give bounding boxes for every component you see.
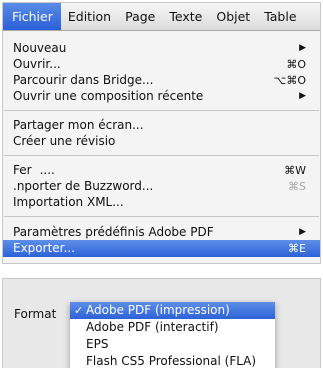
- menu-item-parametres-pdf[interactable]: Paramètres prédéfinis Adobe PDF ▶: [3, 224, 320, 241]
- menu-item-fermer[interactable]: Fer.... ⌘W: [3, 162, 320, 179]
- menu-item-label: Fer: [13, 163, 32, 177]
- menu-item-label: .nporter de Buzzword...: [13, 179, 154, 193]
- menu-item-label: Ouvrir une composition récente: [13, 89, 204, 103]
- format-option-label: Adobe PDF (interactif): [86, 320, 219, 334]
- format-option-label: Adobe PDF (impression): [86, 303, 230, 317]
- menu-item-label: Partager mon écran...: [13, 118, 144, 132]
- shortcut-label: ⌥⌘O: [273, 74, 306, 87]
- submenu-arrow-icon: ▶: [299, 91, 306, 101]
- format-option-label: EPS: [86, 337, 109, 351]
- menu-separator: [4, 216, 319, 217]
- shortcut-label: ⌘S: [288, 180, 306, 193]
- file-menu-panel: Fichier Edition Page Texte Objet Table N…: [2, 2, 321, 264]
- menu-item-label: Importation XML...: [13, 195, 124, 209]
- menu-item-label: Créer une révisio: [13, 134, 116, 148]
- menu-item-exporter[interactable]: Exporter... ⌘E: [3, 240, 320, 257]
- menu-item-partager-ecran[interactable]: Partager mon écran...: [3, 117, 320, 134]
- menu-item-importation-xml[interactable]: Importation XML...: [3, 194, 320, 211]
- menubar: Fichier Edition Page Texte Objet Table: [3, 3, 320, 31]
- menu-item-label: Exporter...: [13, 241, 75, 255]
- menubar-item-fichier[interactable]: Fichier: [3, 3, 61, 30]
- format-option-label: Flash CS5 Professional (FLA): [86, 354, 257, 368]
- menu-item-label: Nouveau: [13, 41, 67, 55]
- menu-separator: [4, 110, 319, 111]
- file-menu-dropdown: Nouveau ▶ Ouvrir... ⌘O Parcourir dans Br…: [3, 31, 320, 263]
- menu-item-parcourir-bridge[interactable]: Parcourir dans Bridge... ⌥⌘O: [3, 72, 320, 89]
- menu-item-creer-revision[interactable]: Créer une révisio: [3, 133, 320, 150]
- menu-separator: [4, 155, 319, 156]
- menu-item-label-fragment: ....: [39, 163, 55, 177]
- format-option-eps[interactable]: EPS: [70, 336, 275, 353]
- menu-item-ouvrir[interactable]: Ouvrir... ⌘O: [3, 56, 320, 73]
- menu-item-label: Parcourir dans Bridge...: [13, 73, 154, 87]
- menu-item-label: Ouvrir...: [13, 57, 61, 71]
- menu-item-nouveau[interactable]: Nouveau ▶: [3, 40, 320, 57]
- menubar-item-table[interactable]: Table: [257, 3, 303, 30]
- submenu-arrow-icon: ▶: [299, 43, 306, 53]
- shortcut-label: ⌘O: [286, 58, 306, 71]
- submenu-arrow-icon: ▶: [299, 227, 306, 237]
- menu-item-label: Paramètres prédéfinis Adobe PDF: [13, 225, 214, 239]
- format-popup-list[interactable]: ✓ Adobe PDF (impression) Adobe PDF (inte…: [70, 302, 275, 368]
- menubar-item-page[interactable]: Page: [118, 3, 162, 30]
- shortcut-label: ⌘E: [288, 242, 306, 255]
- menubar-item-objet[interactable]: Objet: [209, 3, 257, 30]
- menu-item-importer-buzzword[interactable]: .nporter de Buzzword... ⌘S: [3, 178, 320, 195]
- menubar-item-texte[interactable]: Texte: [162, 3, 209, 30]
- format-option-pdf-impression[interactable]: ✓ Adobe PDF (impression): [70, 302, 275, 319]
- format-option-pdf-interactif[interactable]: Adobe PDF (interactif): [70, 319, 275, 336]
- format-label: Format: [14, 307, 57, 321]
- checkmark-icon: ✓: [74, 304, 84, 317]
- format-option-flash-fla[interactable]: Flash CS5 Professional (FLA): [70, 353, 275, 368]
- shortcut-label: ⌘W: [284, 164, 306, 177]
- export-format-panel: Format ✓ Adobe PDF (impression) Adobe PD…: [2, 278, 321, 368]
- menu-item-composition-recente[interactable]: Ouvrir une composition récente ▶: [3, 88, 320, 105]
- menubar-item-edition[interactable]: Edition: [61, 3, 118, 30]
